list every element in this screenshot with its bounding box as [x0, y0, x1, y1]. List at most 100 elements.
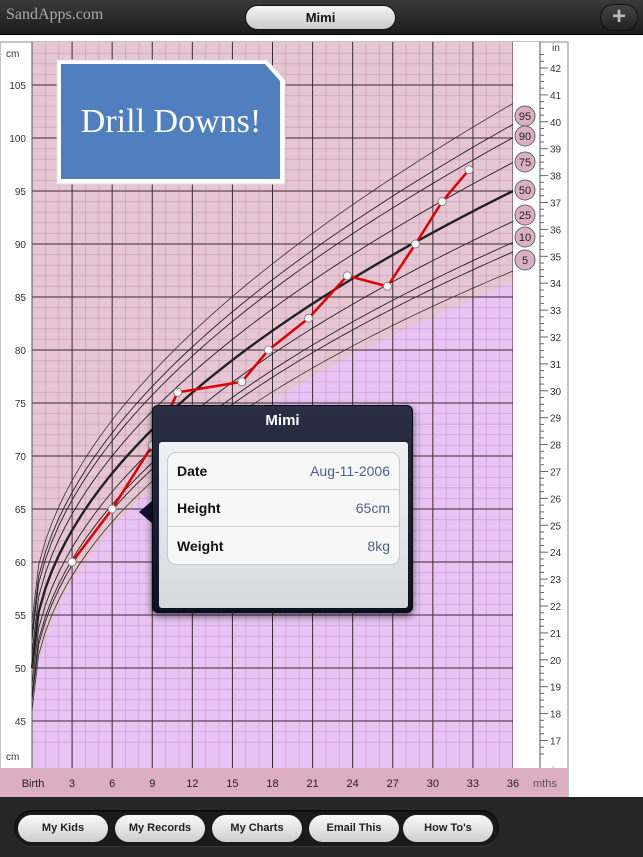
record-point[interactable]: [437, 197, 447, 207]
percentile-column: [513, 42, 540, 768]
record-point[interactable]: [263, 345, 273, 355]
x-axis-band: [0, 768, 568, 797]
top-navigation-bar: SandApps.com Mimi +: [0, 0, 643, 35]
y-tick-label-cm: 90: [15, 240, 27, 251]
child-selector-button[interactable]: Mimi: [245, 5, 396, 30]
cm-unit-label: cm: [6, 49, 19, 60]
x-tick-label: 30: [427, 778, 439, 790]
percentile-label: 90: [519, 131, 531, 143]
x-tick-label: 12: [186, 778, 198, 790]
drill-downs-callout: Drill Downs!: [55, 58, 287, 186]
y-tick-label-cm: 60: [15, 558, 27, 569]
y-tick-label-in: 31: [550, 360, 562, 371]
how-tos-button[interactable]: How To's: [403, 815, 493, 842]
y-tick-label-in: 23: [550, 575, 562, 586]
row-value: 65cm: [355, 500, 390, 516]
x-tick-label: 15: [226, 778, 238, 790]
row-value: Aug-11-2006: [310, 463, 390, 479]
record-point[interactable]: [464, 165, 474, 175]
x-tick-label: 21: [306, 778, 318, 790]
row-value: 8kg: [367, 537, 390, 554]
y-tick-label-in: 36: [550, 225, 562, 236]
record-point[interactable]: [237, 377, 247, 387]
x-unit-label: mths: [533, 778, 557, 790]
my-records-button[interactable]: My Records: [115, 815, 205, 842]
y-tick-label-cm: 100: [9, 134, 26, 145]
record-point[interactable]: [410, 239, 420, 249]
y-tick-label-in: 34: [550, 279, 562, 290]
y-tick-label-in: 37: [550, 199, 562, 210]
x-tick-label: 36: [507, 778, 519, 790]
email-this-button[interactable]: Email This: [309, 815, 399, 842]
x-tick-label: 9: [149, 778, 155, 790]
record-point[interactable]: [382, 281, 392, 291]
y-tick-label-in: 20: [550, 656, 562, 667]
y-tick-label-in: 24: [550, 548, 562, 559]
y-tick-label-in: 27: [550, 468, 562, 479]
x-tick-label: 18: [266, 778, 278, 790]
y-tick-label-in: 25: [550, 521, 562, 532]
percentile-label: 10: [519, 232, 531, 244]
x-tick-label: 27: [387, 778, 399, 790]
y-tick-label-cm: 105: [9, 81, 26, 92]
y-tick-label-in: 40: [550, 118, 562, 129]
record-point[interactable]: [342, 271, 352, 281]
popover-title: Mimi: [265, 412, 300, 429]
y-tick-label-in: 33: [550, 306, 562, 317]
record-details-table: Date Aug-11-2006 Height 65cm Weight 8kg: [167, 452, 400, 565]
y-tick-label-in: 35: [550, 252, 562, 263]
y-tick-label-in: 18: [550, 710, 562, 721]
record-popover: Mimi Date Aug-11-2006 Height 65cm Weight 8k…: [152, 405, 413, 613]
percentile-label: 25: [519, 210, 531, 222]
y-tick-label-cm: 70: [15, 452, 27, 463]
row-label: Height: [177, 500, 221, 516]
y-tick-label-in: 30: [550, 387, 562, 398]
record-point[interactable]: [304, 313, 314, 323]
y-tick-label-cm: 95: [15, 187, 27, 198]
record-point[interactable]: [67, 557, 77, 567]
percentile-label: 5: [522, 255, 528, 267]
plus-icon: +: [611, 3, 626, 30]
x-tick-label: 3: [69, 778, 75, 790]
y-tick-label-cm: 80: [15, 346, 27, 357]
bottom-toolbar: My Kids My Records My Charts Email This …: [0, 797, 643, 857]
x-tick-label: 6: [109, 778, 115, 790]
date-row[interactable]: Date Aug-11-2006: [168, 453, 399, 490]
callout-text: Drill Downs!: [80, 103, 262, 140]
brand-logo: SandApps.com: [6, 6, 104, 23]
percentile-label: 75: [519, 157, 531, 169]
percentile-label: 50: [519, 185, 531, 197]
y-tick-label-in: 41: [550, 91, 562, 102]
y-tick-label-in: 38: [550, 172, 562, 183]
y-tick-label-cm: 75: [15, 399, 27, 410]
record-point[interactable]: [173, 387, 183, 397]
x-tick-label: Birth: [22, 778, 45, 790]
add-button[interactable]: +: [600, 4, 638, 31]
y-tick-label-in: 39: [550, 145, 562, 156]
percentile-label: 95: [519, 111, 531, 123]
height-row[interactable]: Height 65cm: [168, 490, 399, 527]
y-tick-label-cm: 85: [15, 293, 27, 304]
y-tick-label-cm: 55: [15, 611, 27, 622]
y-tick-label-in: 21: [550, 629, 562, 640]
y-tick-label-in: 42: [550, 64, 562, 75]
row-label: Date: [177, 463, 208, 479]
weight-row[interactable]: Weight 8kg: [168, 527, 399, 564]
record-point[interactable]: [107, 504, 117, 514]
my-kids-button[interactable]: My Kids: [18, 815, 108, 842]
y-tick-label-cm: 45: [15, 717, 27, 728]
y-tick-label-in: 29: [550, 414, 562, 425]
y-tick-label-in: 28: [550, 441, 562, 452]
popup-arrow: [139, 500, 153, 524]
y-tick-label-in: 17: [550, 737, 562, 748]
my-charts-button[interactable]: My Charts: [212, 815, 302, 842]
y-tick-label-cm: 65: [15, 505, 27, 516]
y-tick-label-in: 22: [550, 602, 562, 613]
in-unit-label: in: [552, 43, 560, 54]
y-tick-label-in: 19: [550, 683, 562, 694]
row-label: Weight: [177, 537, 224, 554]
y-tick-label-in: 32: [550, 333, 562, 344]
cm-unit-label: cm: [6, 752, 19, 763]
x-tick-label: 33: [467, 778, 479, 790]
x-tick-label: 24: [347, 778, 359, 790]
